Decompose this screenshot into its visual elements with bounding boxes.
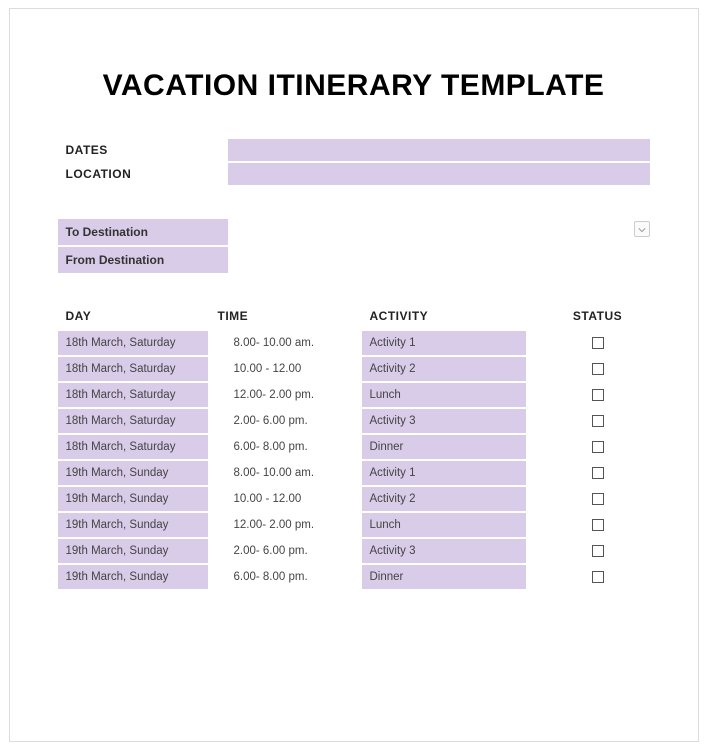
status-checkbox[interactable] xyxy=(592,363,604,375)
cell-time: 6.00- 8.00 pm. xyxy=(218,435,346,459)
cell-day: 18th March, Saturday xyxy=(58,383,208,407)
cell-activity: Dinner xyxy=(362,435,526,459)
cell-day: 19th March, Sunday xyxy=(58,565,208,589)
table-row: 19th March, Sunday 8.00- 10.00 am. Activit… xyxy=(58,461,650,485)
cell-activity: Activity 2 xyxy=(362,357,526,381)
meta-row-location: LOCATION xyxy=(58,163,650,185)
cell-activity: Activity 3 xyxy=(362,409,526,433)
cell-day: 18th March, Saturday xyxy=(58,409,208,433)
cell-activity: Dinner xyxy=(362,565,526,589)
cell-status xyxy=(558,467,638,479)
cell-day: 18th March, Saturday xyxy=(58,357,208,381)
status-checkbox[interactable] xyxy=(592,493,604,505)
page-title: VACATION ITINERARY TEMPLATE xyxy=(58,69,650,103)
location-input[interactable] xyxy=(228,163,650,185)
table-row: 19th March, Sunday 2.00- 6.00 pm. Activity… xyxy=(58,539,650,563)
table-row: 18th March, Saturday 6.00- 8.00 pm. Dinner xyxy=(58,435,650,459)
table-row: 19th March, Sunday 12.00- 2.00 pm. Lunch xyxy=(58,513,650,537)
cell-activity: Activity 2 xyxy=(362,487,526,511)
table-row: 18th March, Saturday 8.00- 10.00 am. Activ… xyxy=(58,331,650,355)
status-checkbox[interactable] xyxy=(592,519,604,531)
cell-status xyxy=(558,389,638,401)
to-destination-label: To Destination xyxy=(58,219,228,245)
cell-time: 6.00- 8.00 pm. xyxy=(218,565,346,589)
dates-input[interactable] xyxy=(228,139,650,161)
from-destination-row: From Destination xyxy=(58,247,650,273)
status-checkbox[interactable] xyxy=(592,571,604,583)
cell-activity: Lunch xyxy=(362,513,526,537)
dates-label: DATES xyxy=(58,139,228,161)
status-checkbox[interactable] xyxy=(592,467,604,479)
cell-day: 19th March, Sunday xyxy=(58,461,208,485)
chevron-down-icon xyxy=(638,220,646,238)
cell-activity: Activity 1 xyxy=(362,461,526,485)
cell-time: 2.00- 6.00 pm. xyxy=(218,539,346,563)
status-checkbox[interactable] xyxy=(592,415,604,427)
page-container: VACATION ITINERARY TEMPLATE DATES LOCATI… xyxy=(9,8,699,742)
cell-status xyxy=(558,441,638,453)
cell-day: 18th March, Saturday xyxy=(58,331,208,355)
status-checkbox[interactable] xyxy=(592,389,604,401)
to-destination-row: To Destination xyxy=(58,219,650,245)
table-header-row: DAY TIME ACTIVITY STATUS xyxy=(58,309,650,331)
cell-time: 8.00- 10.00 am. xyxy=(218,331,346,355)
header-activity: ACTIVITY xyxy=(362,309,526,323)
meta-row-dates: DATES xyxy=(58,139,650,161)
table-row: 18th March, Saturday 2.00- 6.00 pm. Activi… xyxy=(58,409,650,433)
destination-section: To Destination From Destination xyxy=(58,219,650,273)
cell-status xyxy=(558,363,638,375)
status-checkbox[interactable] xyxy=(592,441,604,453)
cell-time: 2.00- 6.00 pm. xyxy=(218,409,346,433)
cell-time: 12.00- 2.00 pm. xyxy=(218,383,346,407)
table-row: 18th March, Saturday 12.00- 2.00 pm. Lunch xyxy=(58,383,650,407)
table-row: 19th March, Sunday 10.00 - 12.00 Activity … xyxy=(58,487,650,511)
meta-section: DATES LOCATION xyxy=(58,139,650,185)
header-day: DAY xyxy=(58,309,218,323)
table-body: 18th March, Saturday 8.00- 10.00 am. Activ… xyxy=(58,331,650,589)
cell-status xyxy=(558,571,638,583)
from-destination-label: From Destination xyxy=(58,247,228,273)
table-row: 19th March, Sunday 6.00- 8.00 pm. Dinner xyxy=(58,565,650,589)
cell-day: 19th March, Sunday xyxy=(58,539,208,563)
cell-time: 8.00- 10.00 am. xyxy=(218,461,346,485)
cell-activity: Activity 1 xyxy=(362,331,526,355)
status-checkbox[interactable] xyxy=(592,545,604,557)
cell-status xyxy=(558,519,638,531)
cell-time: 10.00 - 12.00 xyxy=(218,357,346,381)
cell-status xyxy=(558,545,638,557)
cell-day: 18th March, Saturday xyxy=(58,435,208,459)
itinerary-table: DAY TIME ACTIVITY STATUS 18th March, Sat… xyxy=(58,309,650,589)
cell-status xyxy=(558,493,638,505)
dropdown-toggle[interactable] xyxy=(634,221,650,237)
cell-time: 12.00- 2.00 pm. xyxy=(218,513,346,537)
cell-day: 19th March, Sunday xyxy=(58,487,208,511)
table-row: 18th March, Saturday 10.00 - 12.00 Activit… xyxy=(58,357,650,381)
header-time: TIME xyxy=(218,309,346,323)
cell-status xyxy=(558,415,638,427)
location-label: LOCATION xyxy=(58,163,228,185)
header-status: STATUS xyxy=(558,309,638,323)
cell-day: 19th March, Sunday xyxy=(58,513,208,537)
cell-time: 10.00 - 12.00 xyxy=(218,487,346,511)
cell-status xyxy=(558,337,638,349)
cell-activity: Activity 3 xyxy=(362,539,526,563)
status-checkbox[interactable] xyxy=(592,337,604,349)
cell-activity: Lunch xyxy=(362,383,526,407)
